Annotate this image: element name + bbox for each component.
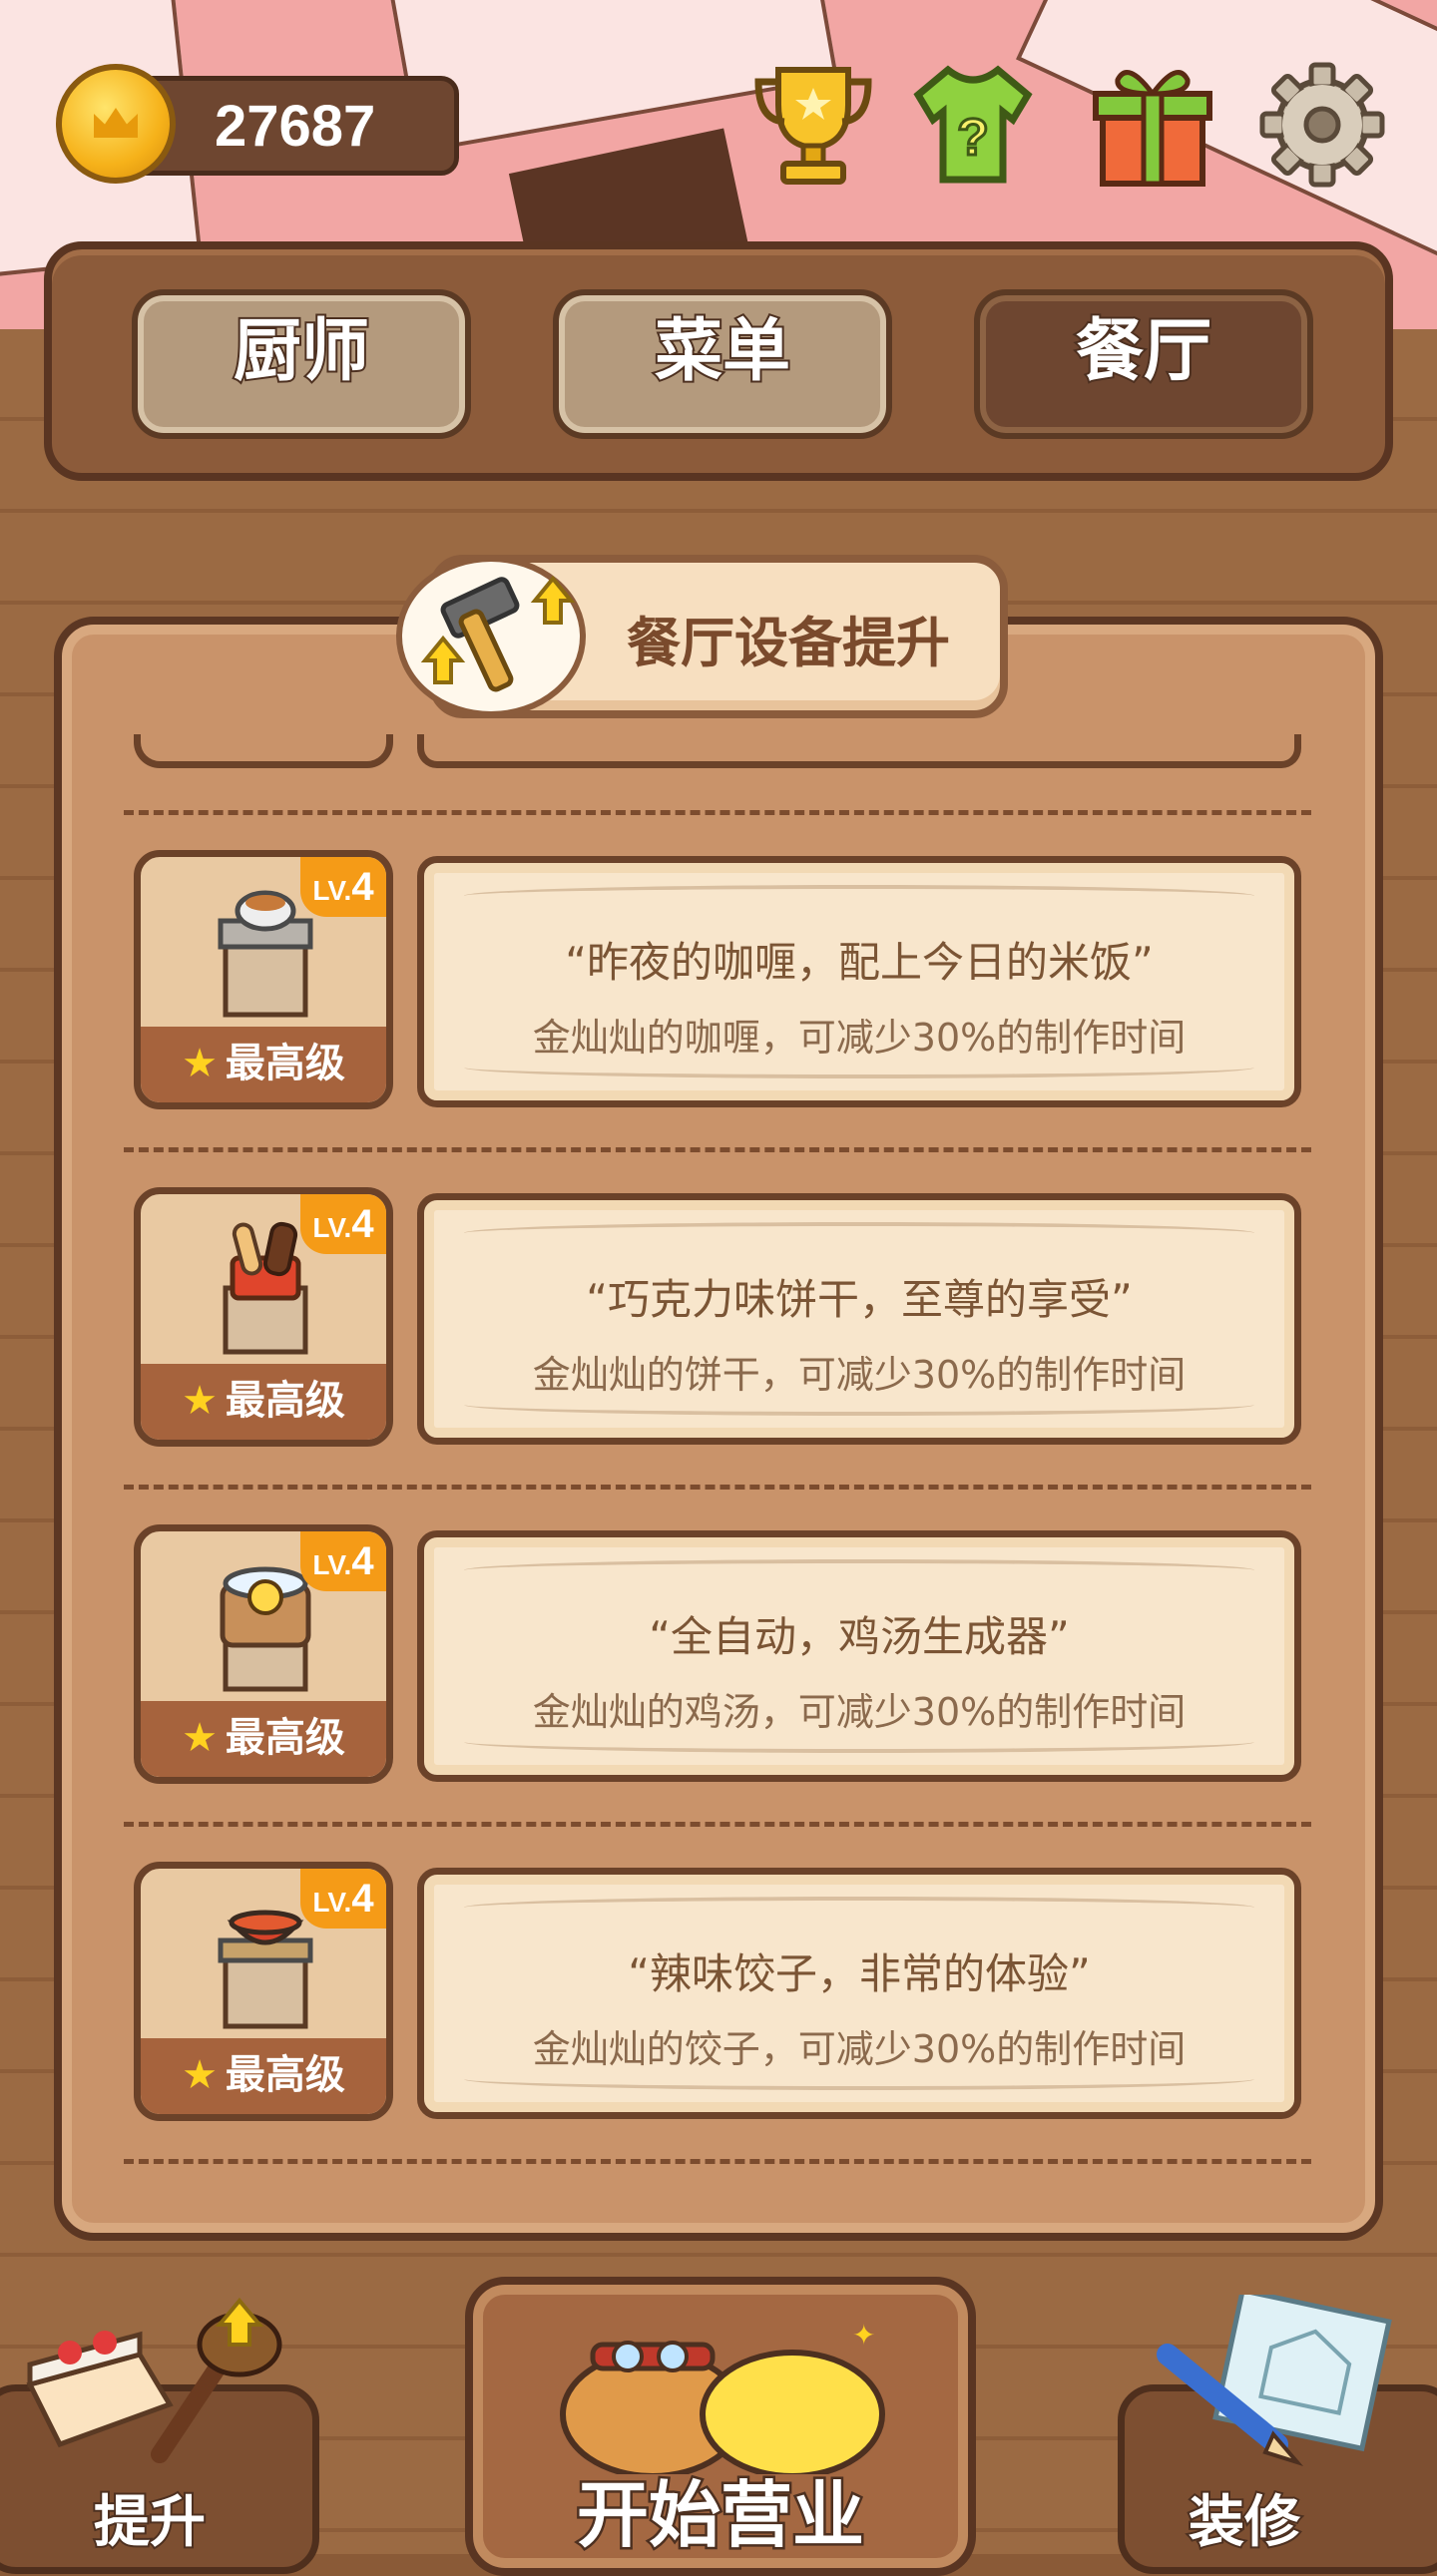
equipment-quote: “昨夜的咖喱，配上今日的米饭” — [565, 938, 1154, 987]
crown-coin-icon — [56, 64, 176, 184]
svg-text:✦: ✦ — [852, 2319, 875, 2352]
equipment-card-chicken-soup[interactable]: LV.4 ★ 最高级 — [134, 1524, 393, 1784]
equipment-effect: 金灿灿的鸡汤，可减少30%的制作时间 — [532, 1690, 1187, 1734]
divider — [124, 1485, 1311, 1490]
star-icon: ★ — [182, 1378, 218, 1424]
divider — [124, 810, 1311, 815]
hammer-upgrade-icon — [396, 556, 586, 717]
max-level-label: ★ 最高级 — [141, 2038, 386, 2114]
start-business-label: 开始营业 — [574, 2471, 866, 2560]
ornament-border — [464, 1897, 1254, 1919]
level-badge: LV.4 — [300, 1531, 386, 1591]
tab-menu[interactable]: 菜单 — [553, 289, 892, 439]
star-icon: ★ — [182, 1715, 218, 1761]
gear-icon[interactable] — [1257, 60, 1387, 190]
level-badge: LV.4 — [300, 857, 386, 917]
scrolled-item-edge — [134, 734, 393, 768]
equipment-desc-biscuit: “巧克力味饼干，至尊的享受” 金灿灿的饼干，可减少30%的制作时间 — [417, 1193, 1301, 1445]
level-badge: LV.4 — [300, 1194, 386, 1254]
equipment-effect: 金灿灿的饺子，可减少30%的制作时间 — [532, 2027, 1187, 2071]
divider — [124, 2159, 1311, 2164]
equipment-card-biscuit[interactable]: LV.4 ★ 最高级 — [134, 1187, 393, 1447]
divider — [124, 1822, 1311, 1827]
tab-chef[interactable]: 厨师 — [132, 289, 471, 439]
upgrade-label: 提升 — [92, 2488, 208, 2557]
coin-value: 27687 — [215, 94, 376, 159]
decorate-label: 装修 — [1187, 2488, 1302, 2557]
equipment-desc-curry: “昨夜的咖喱，配上今日的米饭” 金灿灿的咖喱，可减少30%的制作时间 — [417, 856, 1301, 1107]
equipment-effect: 金灿灿的饼干，可减少30%的制作时间 — [532, 1353, 1187, 1397]
ornament-border — [464, 885, 1254, 907]
equipment-desc-chicken-soup: “全自动，鸡汤生成器” 金灿灿的鸡汤，可减少30%的制作时间 — [417, 1530, 1301, 1782]
equipment-quote: “巧克力味饼干，至尊的享受” — [586, 1275, 1133, 1324]
ornament-border — [464, 1559, 1254, 1581]
scrolled-desc-edge — [417, 734, 1301, 768]
star-icon: ★ — [182, 2052, 218, 2098]
svg-text:?: ? — [957, 109, 989, 167]
panel-title: 餐厅设备提升 — [627, 612, 950, 674]
mystery-shirt-icon[interactable]: ? — [908, 60, 1038, 190]
equipment-card-dumpling[interactable]: LV.4 ★ 最高级 — [134, 1862, 393, 2121]
star-icon: ★ — [182, 1041, 218, 1086]
equipment-card-curry[interactable]: LV.4 ★ 最高级 — [134, 850, 393, 1109]
start-business-button[interactable]: ✦ 开始营业 — [465, 2277, 976, 2576]
chefs-mascot-icon: ✦ — [560, 2319, 885, 2474]
gift-icon[interactable] — [1088, 60, 1217, 190]
ornament-border — [464, 1222, 1254, 1244]
blueprint-pencil-icon — [1157, 2295, 1392, 2466]
max-level-label: ★ 最高级 — [141, 1364, 386, 1440]
equipment-quote: “辣味饺子，非常的体验” — [628, 1949, 1091, 1998]
level-badge: LV.4 — [300, 1869, 386, 1929]
divider — [124, 1147, 1311, 1152]
equipment-quote: “全自动，鸡汤生成器” — [649, 1612, 1070, 1661]
cake-upgrade-icon — [26, 2297, 282, 2463]
max-level-label: ★ 最高级 — [141, 1027, 386, 1102]
equipment-effect: 金灿灿的咖喱，可减少30%的制作时间 — [532, 1016, 1187, 1060]
equipment-desc-dumpling: “辣味饺子，非常的体验” 金灿灿的饺子，可减少30%的制作时间 — [417, 1868, 1301, 2119]
tab-restaurant[interactable]: 餐厅 — [974, 289, 1313, 439]
tabs-panel: 厨师 菜单 餐厅 — [44, 241, 1393, 481]
max-level-label: ★ 最高级 — [141, 1701, 386, 1777]
trophy-icon[interactable] — [748, 60, 878, 190]
